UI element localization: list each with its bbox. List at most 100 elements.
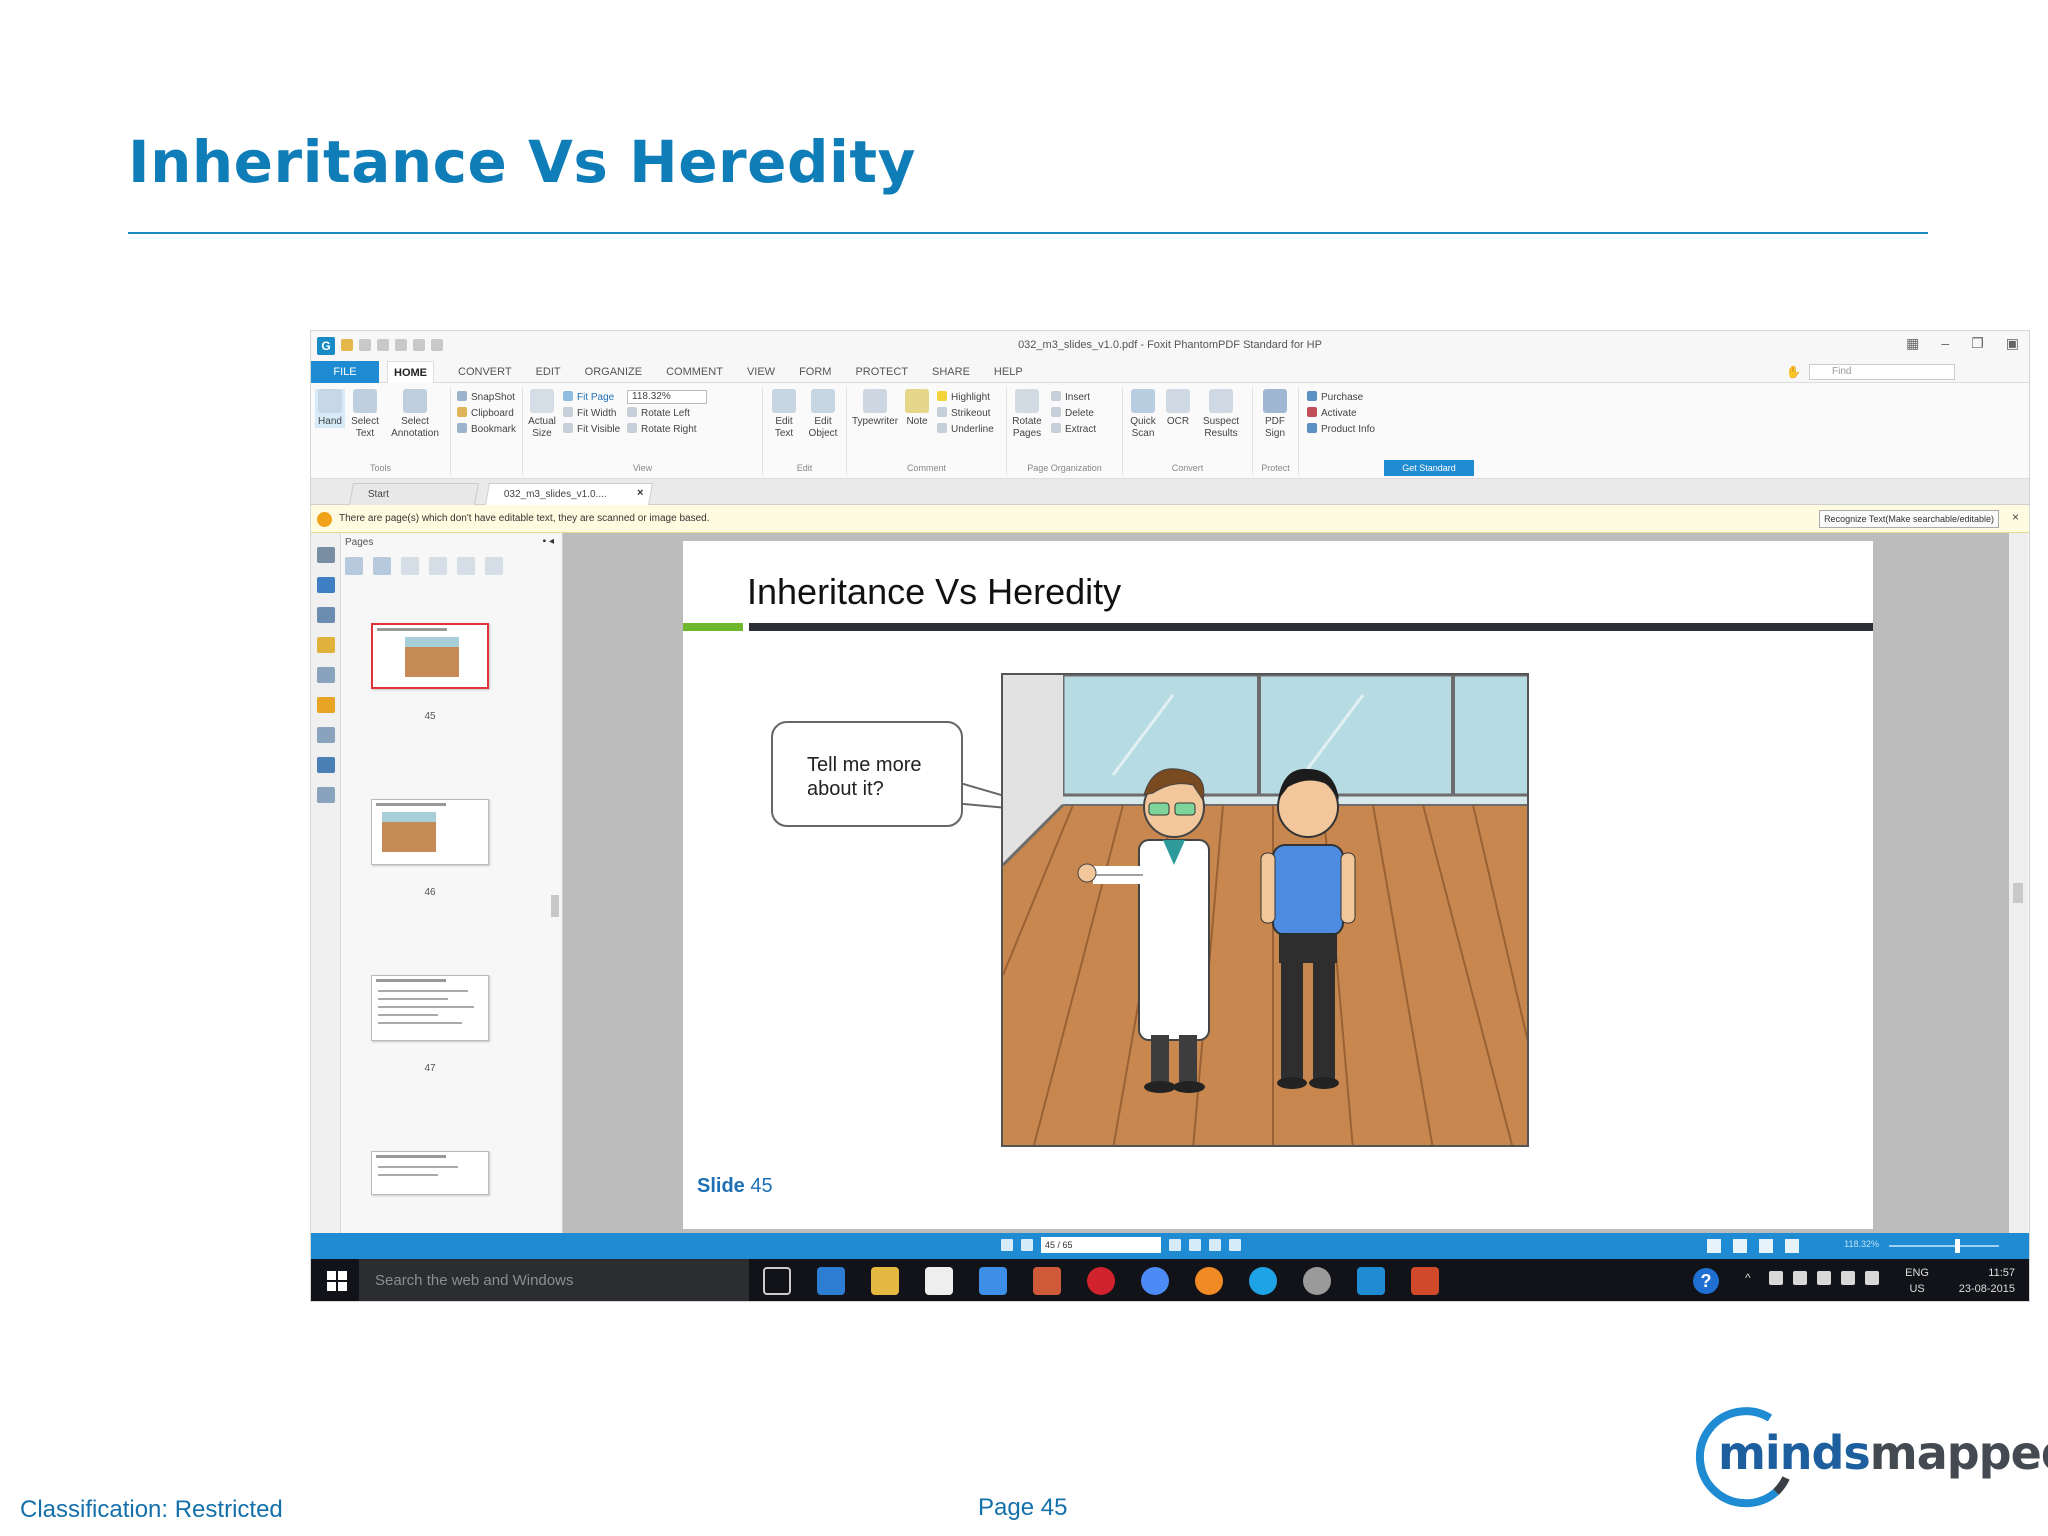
fit-width-button[interactable]: Fit Width bbox=[563, 407, 616, 420]
edit-text-button[interactable]: Edit Text bbox=[769, 389, 799, 440]
dropbox-icon[interactable] bbox=[979, 1267, 1007, 1295]
delete-button[interactable]: Delete bbox=[1051, 407, 1094, 420]
action-center-icon[interactable] bbox=[1865, 1271, 1879, 1285]
typewriter-button[interactable]: Typewriter bbox=[849, 389, 901, 428]
snapshot-button[interactable]: SnapShot bbox=[457, 391, 515, 404]
facing-icon[interactable] bbox=[1759, 1239, 1773, 1253]
tab-close-icon[interactable]: × bbox=[637, 487, 643, 499]
fit-visible-button[interactable]: Fit Visible bbox=[563, 423, 620, 436]
settings-icon[interactable] bbox=[1303, 1267, 1331, 1295]
battery-icon[interactable] bbox=[1793, 1271, 1807, 1285]
pages-scrollbar[interactable] bbox=[550, 577, 560, 1217]
restore-icon[interactable]: ❐ bbox=[1971, 335, 1984, 352]
firefox-icon[interactable] bbox=[1195, 1267, 1223, 1295]
page-thumbnail-48[interactable] bbox=[371, 1151, 489, 1195]
opera-icon[interactable] bbox=[1087, 1267, 1115, 1295]
rotate-left-button[interactable]: Rotate Left bbox=[627, 407, 690, 420]
recognize-text-button[interactable]: Recognize Text(Make searchable/editable) bbox=[1819, 510, 1999, 528]
content-panel-icon[interactable] bbox=[316, 757, 335, 773]
pdf-sign-button[interactable]: PDF Sign bbox=[1257, 389, 1293, 440]
insert-page-icon[interactable] bbox=[401, 557, 419, 575]
chrome-icon[interactable] bbox=[1141, 1267, 1169, 1295]
notice-close-icon[interactable]: × bbox=[2012, 510, 2019, 524]
clipboard-button[interactable]: Clipboard bbox=[457, 407, 514, 420]
underline-button[interactable]: Underline bbox=[937, 423, 994, 436]
ocr-button[interactable]: OCR bbox=[1163, 389, 1193, 428]
wifi-icon[interactable] bbox=[1817, 1271, 1831, 1285]
edit-object-button[interactable]: Edit Object bbox=[803, 389, 843, 440]
continuous-icon[interactable] bbox=[1733, 1239, 1747, 1253]
next-page-icon[interactable] bbox=[1169, 1239, 1181, 1251]
strikeout-button[interactable]: Strikeout bbox=[937, 407, 990, 420]
minimize-icon[interactable]: – bbox=[1941, 335, 1949, 352]
zoom-out-pages-icon[interactable] bbox=[373, 557, 391, 575]
extract-button[interactable]: Extract bbox=[1051, 423, 1096, 436]
hand-button[interactable]: Hand bbox=[315, 389, 345, 428]
menu-form[interactable]: FORM bbox=[799, 361, 831, 384]
insert-button[interactable]: Insert bbox=[1051, 391, 1090, 404]
find-input[interactable]: Find bbox=[1809, 364, 1955, 380]
windows-start-icon[interactable] bbox=[327, 1271, 347, 1291]
actual-size-button[interactable]: Actual Size bbox=[527, 389, 557, 440]
product-info-button[interactable]: Product Info bbox=[1307, 423, 1375, 436]
taskbar-search[interactable]: Search the web and Windows bbox=[359, 1259, 749, 1301]
single-page-icon[interactable] bbox=[1707, 1239, 1721, 1253]
file-explorer-icon[interactable] bbox=[871, 1267, 899, 1295]
network-icon[interactable] bbox=[1769, 1271, 1783, 1285]
get-standard-button[interactable]: Get Standard bbox=[1384, 460, 1474, 476]
extract-page-icon[interactable] bbox=[429, 557, 447, 575]
find-icon[interactable]: ✋ bbox=[1786, 365, 1801, 379]
page-number-field[interactable]: 45 / 65 bbox=[1041, 1237, 1161, 1253]
activate-button[interactable]: Activate bbox=[1307, 407, 1357, 420]
zoom-in-pages-icon[interactable] bbox=[345, 557, 363, 575]
media-app-icon[interactable] bbox=[1033, 1267, 1061, 1295]
delete-page-icon[interactable] bbox=[485, 557, 503, 575]
task-view-icon[interactable] bbox=[763, 1267, 791, 1295]
menu-view[interactable]: VIEW bbox=[747, 361, 775, 384]
maximize-icon[interactable]: ▣ bbox=[2006, 335, 2019, 352]
document-scrollbar[interactable] bbox=[2009, 533, 2027, 1233]
select-annotation-button[interactable]: Select Annotation bbox=[387, 389, 443, 440]
note-button[interactable]: Note bbox=[903, 389, 931, 428]
highlight-button[interactable]: Highlight bbox=[937, 391, 990, 404]
rotate-right-button[interactable]: Rotate Right bbox=[627, 423, 697, 436]
security-panel-icon[interactable] bbox=[316, 697, 335, 713]
menu-share[interactable]: SHARE bbox=[932, 361, 970, 384]
pages-panel-controls[interactable]: ▪ ◂ bbox=[543, 536, 554, 547]
page-thumbnail-46[interactable] bbox=[371, 799, 489, 865]
page-thumbnail-45[interactable] bbox=[371, 623, 489, 689]
bookmarks-panel-icon[interactable] bbox=[316, 547, 335, 563]
layers-panel-icon[interactable] bbox=[316, 607, 335, 623]
next-view-icon[interactable] bbox=[1229, 1239, 1241, 1251]
continuous-facing-icon[interactable] bbox=[1785, 1239, 1799, 1253]
quick-scan-button[interactable]: Quick Scan bbox=[1125, 389, 1161, 440]
first-page-icon[interactable] bbox=[1001, 1239, 1013, 1251]
tools-panel-icon[interactable] bbox=[316, 787, 335, 803]
zoom-slider[interactable] bbox=[1889, 1239, 1999, 1253]
powerpoint-icon[interactable] bbox=[1411, 1267, 1439, 1295]
tab-document[interactable]: 032_m3_slides_v1.0.... bbox=[485, 483, 653, 505]
signatures-panel-icon[interactable] bbox=[316, 727, 335, 743]
purchase-button[interactable]: Purchase bbox=[1307, 391, 1363, 404]
menu-home[interactable]: HOME bbox=[387, 361, 434, 384]
select-text-button[interactable]: Select Text bbox=[347, 389, 383, 440]
pages-panel-icon[interactable] bbox=[316, 577, 335, 593]
menu-organize[interactable]: ORGANIZE bbox=[585, 361, 642, 384]
foxit-taskbar-icon[interactable] bbox=[1357, 1267, 1385, 1295]
tab-start[interactable]: Start bbox=[349, 483, 479, 505]
menu-convert[interactable]: CONVERT bbox=[458, 361, 512, 384]
tray-chevron-icon[interactable]: ^ bbox=[1745, 1271, 1759, 1285]
help-icon[interactable]: ? bbox=[1693, 1268, 1719, 1294]
menu-protect[interactable]: PROTECT bbox=[855, 361, 908, 384]
previous-page-icon[interactable] bbox=[1021, 1239, 1033, 1251]
skype-icon[interactable] bbox=[1249, 1267, 1277, 1295]
rotate-page-icon[interactable] bbox=[457, 557, 475, 575]
menu-help[interactable]: HELP bbox=[994, 361, 1023, 384]
layout-icon[interactable]: ▦ bbox=[1906, 335, 1919, 352]
rotate-pages-button[interactable]: Rotate Pages bbox=[1009, 389, 1045, 440]
store-icon[interactable] bbox=[925, 1267, 953, 1295]
previous-view-icon[interactable] bbox=[1209, 1239, 1221, 1251]
zoom-level[interactable]: 118.32% bbox=[1844, 1239, 1879, 1249]
comments-panel-icon[interactable] bbox=[316, 637, 335, 653]
edge-icon[interactable] bbox=[817, 1267, 845, 1295]
